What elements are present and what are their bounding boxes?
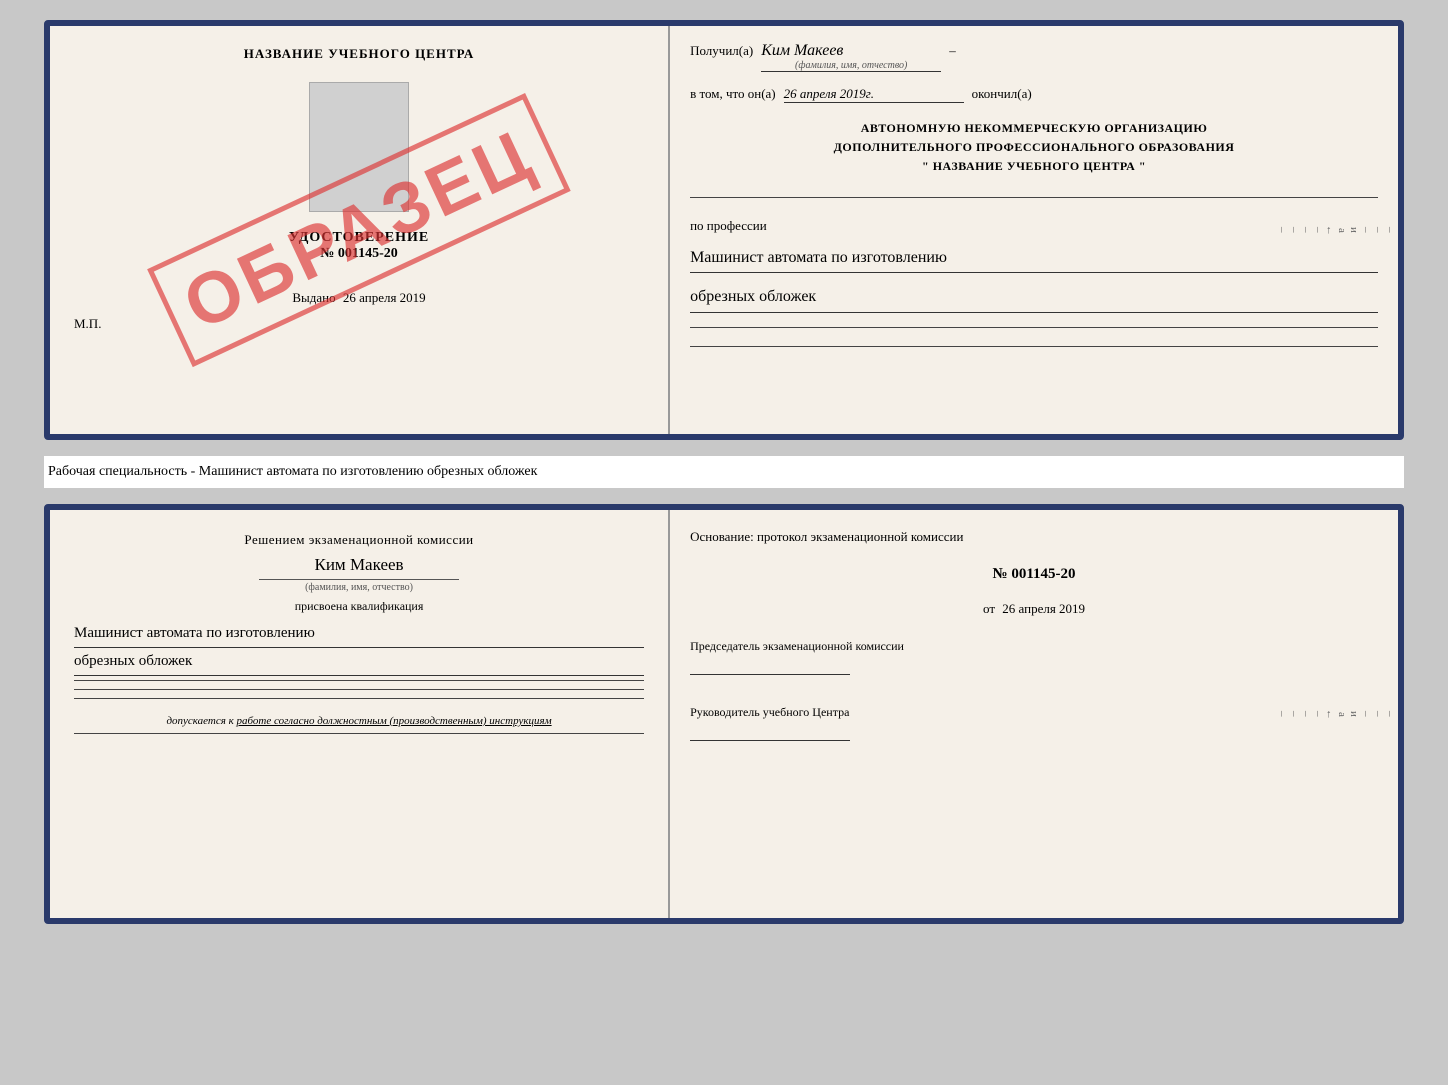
photo-placeholder <box>309 82 409 212</box>
edge-mark-7: – <box>1312 227 1324 233</box>
bottom-edge-mark-6: ← <box>1324 709 1336 720</box>
bottom-edge-mark-4: и <box>1348 711 1360 717</box>
bottom-edge-mark-2: – <box>1372 711 1384 717</box>
bottom-fio-label: (фамилия, имя, отчество) <box>259 579 459 593</box>
edge-mark-9: – <box>1288 227 1300 233</box>
bottom-document: Решением экзаменационной комиссии Ким Ма… <box>44 504 1404 924</box>
separator-text: Рабочая специальность - Машинист автомат… <box>44 456 1404 488</box>
edge-mark-1: – <box>1384 227 1396 233</box>
ot-label: от <box>983 601 995 616</box>
vydano-label: Выдано <box>292 290 335 305</box>
bottom-profession-line1: Машинист автомата по изготовлению <box>74 620 644 648</box>
org-line1: АВТОНОМНУЮ НЕКОММЕРЧЕСКУЮ ОРГАНИЗАЦИЮ <box>690 119 1378 138</box>
bottom-edge-mark-10: – <box>1276 711 1288 717</box>
dopuskaetsya-text: работе согласно должностным (производств… <box>237 715 552 727</box>
fio-label: (фамилия, имя, отчество) <box>761 60 941 71</box>
edge-mark-8: – <box>1300 227 1312 233</box>
bottom-edge-mark-7: – <box>1312 711 1324 717</box>
bottom-prof-divider1 <box>74 680 644 681</box>
org-block: АВТОНОМНУЮ НЕКОММЕРЧЕСКУЮ ОРГАНИЗАЦИЮ ДО… <box>690 119 1378 177</box>
bottom-edge-mark-1: – <box>1384 711 1396 717</box>
top-document: НАЗВАНИЕ УЧЕБНОГО ЦЕНТРА УДОСТОВЕРЕНИЕ №… <box>44 20 1404 440</box>
org-line2: ДОПОЛНИТЕЛЬНОГО ПРОФЕССИОНАЛЬНОГО ОБРАЗО… <box>690 138 1378 157</box>
prof-divider2 <box>690 346 1378 347</box>
okonchil-label: окончил(а) <box>972 86 1032 102</box>
edge-mark-3: – <box>1360 227 1372 233</box>
bottom-name: Ким Макеев <box>315 555 404 575</box>
bottom-edge-mark-9: – <box>1288 711 1300 717</box>
bottom-dopusk-divider <box>74 733 644 734</box>
rukovoditel-block: Руководитель учебного Центра <box>690 703 1378 745</box>
mp-label: М.П. <box>74 316 101 332</box>
bottom-doc-right: Основание: протокол экзаменационной коми… <box>670 510 1398 918</box>
ot-date-value: 26 апреля 2019 <box>1002 601 1085 616</box>
rukovoditel-label: Руководитель учебного Центра <box>690 703 1378 721</box>
osnovaniye-label: Основание: протокол экзаменационной коми… <box>690 529 963 544</box>
bottom-edge-mark-3: – <box>1360 711 1372 717</box>
prisvoena-label: присвоена квалификация <box>295 599 424 614</box>
ot-date-row: от 26 апреля 2019 <box>690 601 1378 617</box>
edge-mark-10: – <box>1276 227 1288 233</box>
bottom-right-edge-marks: – – – и а ← – – – – <box>1380 510 1398 918</box>
po-professii-block: по профессии <box>690 218 1378 234</box>
recipient-name-field: Ким Макеев (фамилия, имя, отчество) <box>761 42 941 72</box>
top-left-title: НАЗВАНИЕ УЧЕБНОГО ЦЕНТРА <box>244 46 475 62</box>
bottom-doc-left: Решением экзаменационной комиссии Ким Ма… <box>50 510 670 918</box>
bottom-profession-line2: обрезных обложек <box>74 648 644 676</box>
bottom-prof-divider2 <box>74 689 644 690</box>
udostoverenie-block: УДОСТОВЕРЕНИЕ № 001145-20 <box>289 230 429 262</box>
vtom-label: в том, что он(а) <box>690 86 776 102</box>
date-field: 26 апреля 2019г. <box>784 86 964 103</box>
recipient-name: Ким Макеев <box>761 42 843 59</box>
po-professii-label: по профессии <box>690 218 767 233</box>
predsedatel-block: Председатель экзаменационной комиссии <box>690 637 1378 679</box>
org-divider <box>690 197 1378 198</box>
edge-mark-4: и <box>1348 227 1360 233</box>
edge-mark-2: – <box>1372 227 1384 233</box>
vydano-line: Выдано 26 апреля 2019 <box>292 290 425 306</box>
top-doc-left: НАЗВАНИЕ УЧЕБНОГО ЦЕНТРА УДОСТОВЕРЕНИЕ №… <box>50 26 670 434</box>
dopuskaetsya-block: допускается к работе согласно должностны… <box>166 715 551 727</box>
resheniem-label: Решением экзаменационной комиссии <box>244 530 473 551</box>
poluchil-row: Получил(а) Ким Макеев (фамилия, имя, отч… <box>690 42 1378 72</box>
rukovoditel-signature-line <box>690 725 850 741</box>
predsedatel-signature-line <box>690 659 850 675</box>
dopuskaetsya-label: допускается к <box>166 715 233 727</box>
profession-line2: обрезных обложек <box>690 283 1378 313</box>
prof-divider1 <box>690 327 1378 328</box>
edge-mark-6: ← <box>1324 225 1336 236</box>
edge-mark-5: а <box>1336 228 1348 233</box>
dash-after-name: – <box>949 43 956 59</box>
vtom-row: в том, что он(а) 26 апреля 2019г. окончи… <box>690 86 1378 103</box>
vydano-date: 26 апреля 2019 <box>343 290 426 305</box>
poluchil-label: Получил(а) <box>690 43 753 59</box>
bottom-edge-mark-8: – <box>1300 711 1312 717</box>
bottom-prof-divider3 <box>74 698 644 699</box>
org-line3: " НАЗВАНИЕ УЧЕБНОГО ЦЕНТРА " <box>690 157 1378 176</box>
udostoverenie-number: № 001145-20 <box>289 246 429 262</box>
bottom-edge-mark-5: а <box>1336 712 1348 717</box>
protocol-number: № 001145-20 <box>690 566 1378 583</box>
right-edge-marks: – – – и а ← – – – – <box>1380 26 1398 434</box>
predsedatel-label: Председатель экзаменационной комиссии <box>690 637 1378 655</box>
top-doc-right: Получил(а) Ким Макеев (фамилия, имя, отч… <box>670 26 1398 434</box>
udostoverenie-title: УДОСТОВЕРЕНИЕ <box>289 230 429 246</box>
osnovaniye-block: Основание: протокол экзаменационной коми… <box>690 526 1378 548</box>
profession-line1: Машинист автомата по изготовлению <box>690 244 1378 274</box>
